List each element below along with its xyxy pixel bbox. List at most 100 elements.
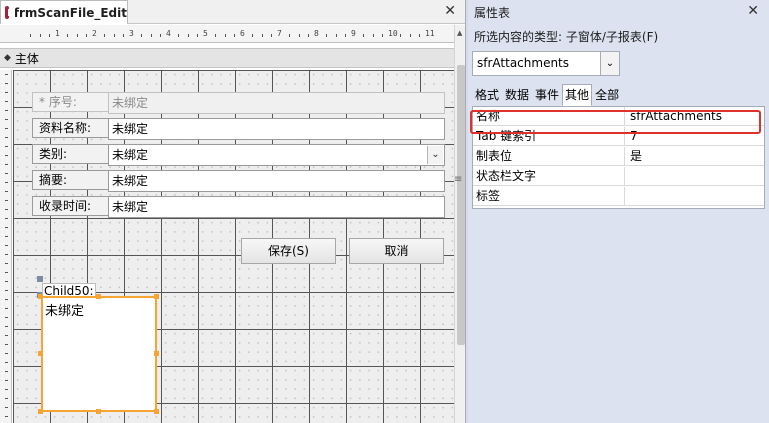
document-tab-bar: frmScanFile_Edit ✕	[0, 0, 465, 24]
ruler-tick	[224, 34, 226, 37]
field-textbox-doc-name[interactable]: 未绑定	[108, 118, 445, 140]
ruler-tick	[150, 34, 152, 37]
field-textbox-summary[interactable]: 未绑定	[108, 170, 445, 192]
ruler-tick	[30, 34, 32, 37]
save-button[interactable]: 保存(S)	[241, 238, 336, 264]
field-label-serial[interactable]: * 序号:	[32, 92, 110, 112]
resize-handle[interactable]	[154, 294, 159, 299]
ruler-tick	[5, 389, 8, 390]
horizontal-ruler: 1 2 3 4 5 6 7 8 9 10 11	[0, 25, 454, 43]
ruler-tick	[5, 155, 8, 156]
ruler-tick	[187, 34, 189, 37]
ruler-tick	[5, 281, 8, 282]
field-label-record-time[interactable]: 收录时间:	[32, 196, 110, 216]
ruler-tick	[344, 34, 346, 37]
cancel-button[interactable]: 取消	[349, 238, 444, 264]
field-label-summary[interactable]: 摘要:	[32, 170, 110, 190]
ruler-mark: 8	[314, 29, 319, 38]
ruler-tick	[5, 299, 8, 300]
ruler-mark: 3	[129, 29, 134, 38]
close-icon[interactable]: ✕	[747, 3, 759, 19]
ruler-tick	[5, 119, 8, 120]
ruler-mark: 10	[388, 29, 398, 38]
move-handle[interactable]	[37, 276, 43, 282]
property-sheet-title: 属性表	[474, 5, 511, 20]
property-value[interactable]: 是	[630, 147, 642, 165]
subform-control[interactable]: 未绑定	[41, 296, 157, 412]
resize-handle[interactable]	[38, 351, 43, 356]
property-row[interactable]: 状态栏文字	[473, 167, 764, 186]
resize-handle[interactable]	[96, 294, 101, 299]
scroll-up-icon[interactable]: ▲	[457, 29, 462, 37]
chevron-down-icon[interactable]: ⌄	[427, 146, 443, 164]
ruler-tick	[5, 218, 8, 219]
ruler-mark: 7	[277, 29, 282, 38]
property-name: 标签	[473, 187, 625, 206]
field-combobox-category[interactable]: 未绑定 ⌄	[108, 144, 445, 166]
ruler-tick	[5, 380, 8, 381]
ruler-tick	[418, 34, 420, 37]
field-label-category[interactable]: 类别:	[32, 144, 110, 164]
resize-handle[interactable]	[154, 351, 159, 356]
ruler-tick	[5, 146, 8, 147]
ruler-tick	[5, 74, 8, 75]
ruler-tick	[5, 353, 8, 354]
ruler-mark: 11	[425, 29, 435, 38]
property-name: 制表位	[473, 147, 625, 166]
object-selector-value: sfrAttachments	[477, 56, 570, 70]
vertical-scrollbar[interactable]: ▲	[454, 25, 465, 423]
ruler-tick	[5, 272, 8, 273]
ruler-tick	[48, 34, 50, 37]
field-textbox-record-time[interactable]: 未绑定	[108, 196, 445, 218]
ruler-tick	[85, 34, 87, 37]
property-row[interactable]: 制表位 是	[473, 147, 764, 166]
resize-handle[interactable]	[38, 409, 43, 414]
ruler-mark: 6	[240, 29, 245, 38]
splitter-grip-icon[interactable]: ≡	[454, 174, 462, 185]
scrollbar-thumb[interactable]	[457, 65, 465, 345]
ruler-tick	[5, 362, 8, 363]
ruler-tick	[159, 34, 161, 37]
tab-other[interactable]: 其他	[562, 84, 593, 106]
ruler-tick	[5, 173, 8, 174]
resize-handle[interactable]	[96, 409, 101, 414]
ruler-tick	[326, 34, 328, 37]
ruler-tick	[5, 236, 8, 237]
ruler-tick	[5, 128, 8, 129]
tab-event[interactable]: 事件	[532, 84, 562, 106]
ruler-tick	[113, 34, 115, 37]
ruler-tick	[381, 34, 383, 37]
tab-format[interactable]: 格式	[472, 84, 502, 106]
resize-handle[interactable]	[154, 409, 159, 414]
ruler-tick	[233, 34, 235, 37]
property-row[interactable]: 标签	[473, 187, 764, 206]
ruler-mark: 9	[351, 29, 356, 38]
ruler-tick	[122, 34, 124, 37]
ruler-tick	[5, 164, 8, 165]
collapse-arrow-icon[interactable]: ◆	[4, 53, 11, 63]
form-design-pane: frmScanFile_Edit ✕ 1 2 3 4 5 6 7 8 9 10 11 ◆ 主体 * …	[0, 0, 466, 423]
resize-handle[interactable]	[38, 294, 43, 299]
ruler-tick	[178, 34, 180, 37]
ruler-tick	[363, 34, 365, 37]
ruler-tick	[5, 263, 8, 264]
ruler-tick	[5, 290, 8, 291]
close-icon[interactable]: ✕	[444, 3, 456, 19]
ruler-tick	[5, 191, 8, 192]
ruler-mark: 1	[55, 29, 60, 38]
field-textbox-serial[interactable]: 未绑定	[108, 92, 445, 114]
tab-all[interactable]: 全部	[592, 84, 622, 106]
ruler-tick	[5, 101, 8, 102]
document-tab[interactable]: frmScanFile_Edit	[0, 0, 128, 24]
section-header-detail[interactable]: ◆ 主体	[0, 48, 454, 68]
ruler-tick	[5, 317, 8, 318]
ruler-tick	[261, 34, 263, 37]
property-name: 状态栏文字	[473, 167, 625, 186]
ruler-tick	[141, 34, 143, 37]
chevron-down-icon[interactable]: ⌄	[600, 52, 619, 75]
object-selector[interactable]: sfrAttachments ⌄	[472, 51, 620, 76]
field-label-doc-name[interactable]: 资料名称:	[32, 118, 110, 138]
vertical-ruler	[0, 70, 12, 423]
tab-data[interactable]: 数据	[502, 84, 532, 106]
property-sheet: 属性表 ✕ 所选内容的类型: 子窗体/子报表(F) sfrAttachments…	[468, 0, 769, 423]
